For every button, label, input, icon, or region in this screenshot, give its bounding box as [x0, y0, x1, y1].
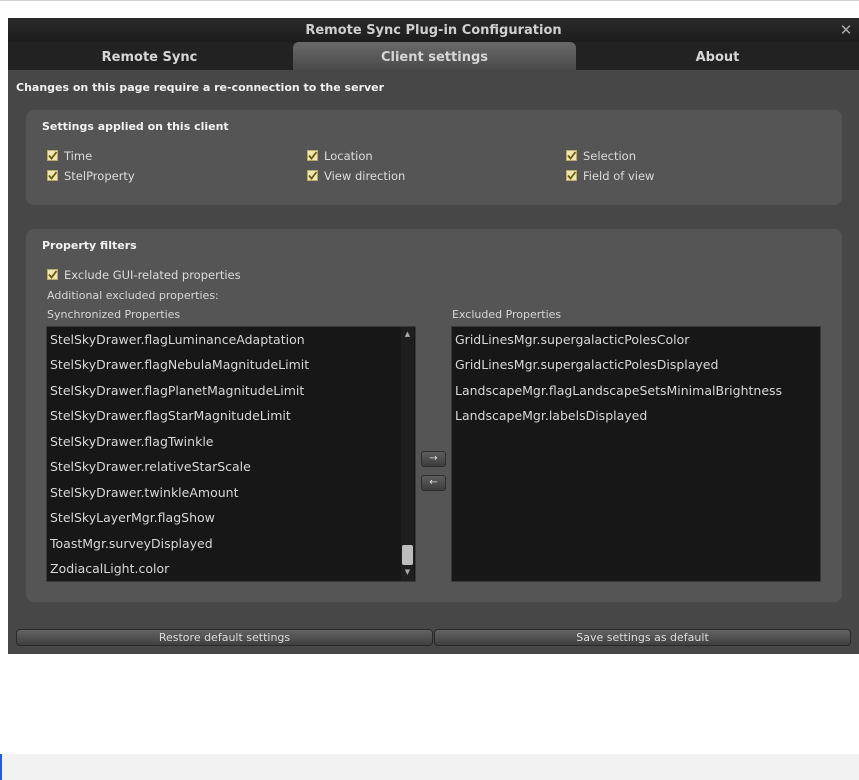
scroll-up-icon[interactable]: ▲ [401, 330, 414, 338]
checkbox-checked-icon [566, 170, 577, 181]
list-item[interactable]: StelSkyDrawer.flagPlanetMagnitudeLimit [50, 378, 304, 403]
title-bar[interactable]: Remote Sync Plug-in Configuration ✕ [8, 18, 859, 42]
checkbox-label: Time [64, 149, 93, 163]
list-item[interactable]: ZodiacalLight.color [50, 556, 169, 581]
list-item[interactable]: StelSkyDrawer.flagNebulaMagnitudeLimit [50, 352, 309, 377]
tab-bar: Remote Sync Client settings About [8, 42, 859, 70]
list-item[interactable]: GridLinesMgr.supergalacticPolesDisplayed [455, 352, 718, 377]
checkbox-checked-icon [566, 150, 577, 161]
additional-excluded-label: Additional excluded properties: [47, 289, 219, 302]
move-right-button[interactable]: → [421, 451, 446, 467]
footer-focus-marker [0, 754, 2, 780]
synchronized-properties-label: Synchronized Properties [47, 308, 181, 321]
scroll-thumb[interactable] [402, 545, 413, 565]
restore-defaults-button[interactable]: Restore default settings [16, 629, 433, 646]
excluded-properties-list[interactable]: GridLinesMgr.supergalacticPolesColor Gri… [451, 326, 821, 582]
checkbox-checked-icon [47, 170, 58, 181]
page-footer-bar [0, 754, 859, 780]
checkbox-field-of-view[interactable]: Field of view [566, 168, 654, 184]
reconnect-notice: Changes on this page require a re-connec… [16, 81, 385, 94]
tab-client-settings[interactable]: Client settings [293, 42, 576, 70]
checkbox-checked-icon [47, 150, 58, 161]
list-item[interactable]: StelSkyDrawer.flagTwinkle [50, 429, 213, 454]
move-left-button[interactable]: ← [421, 475, 446, 491]
list-item[interactable]: StelSkyLayerMgr.flagShow [50, 505, 215, 530]
list-item[interactable]: GridLinesMgr.supergalacticPolesColor [455, 327, 689, 352]
checkbox-label: Selection [583, 149, 636, 163]
tab-about[interactable]: About [576, 42, 859, 70]
checkbox-label: Field of view [583, 169, 655, 183]
checkbox-checked-icon [307, 150, 318, 161]
tab-remote-sync[interactable]: Remote Sync [8, 42, 291, 70]
checkbox-label: StelProperty [64, 169, 135, 183]
list-item[interactable]: ToastMgr.surveyDisplayed [50, 531, 213, 556]
close-icon[interactable]: ✕ [837, 19, 855, 41]
window-title: Remote Sync Plug-in Configuration [305, 23, 562, 38]
property-filters-group: Property filters Exclude GUI-related pro… [26, 229, 842, 602]
checkbox-checked-icon [47, 269, 58, 280]
checkbox-label: Location [324, 149, 373, 163]
settings-group: Settings applied on this client Time Loc… [26, 110, 842, 205]
excluded-properties-label: Excluded Properties [452, 308, 562, 321]
list-item[interactable]: StelSkyDrawer.flagLuminanceAdaptation [50, 327, 305, 352]
checkbox-exclude-gui[interactable]: Exclude GUI-related properties [47, 267, 241, 283]
list-item[interactable]: StelSkyDrawer.twinkleAmount [50, 480, 238, 505]
checkbox-location[interactable]: Location [307, 148, 373, 164]
checkbox-checked-icon [307, 170, 318, 181]
list-item[interactable]: StelSkyDrawer.relativeStarScale [50, 454, 251, 479]
checkbox-time[interactable]: Time [47, 148, 92, 164]
list-item[interactable]: LandscapeMgr.flagLandscapeSetsMinimalBri… [455, 378, 782, 403]
scrollbar[interactable]: ▲ ▼ [401, 327, 414, 581]
synchronized-properties-list[interactable]: StelSkyDrawer.flagLuminanceAdaptation St… [46, 326, 416, 582]
list-item[interactable]: LandscapeMgr.labelsDisplayed [455, 403, 647, 428]
scroll-down-icon[interactable]: ▼ [401, 568, 414, 576]
config-window: Remote Sync Plug-in Configuration ✕ Remo… [8, 18, 859, 654]
save-defaults-button[interactable]: Save settings as default [434, 629, 851, 646]
list-item[interactable]: StelSkyDrawer.flagStarMagnitudeLimit [50, 403, 291, 428]
checkbox-view-direction[interactable]: View direction [307, 168, 405, 184]
checkbox-label: Exclude GUI-related properties [64, 268, 241, 282]
property-filters-title: Property filters [42, 239, 137, 252]
checkbox-label: View direction [324, 169, 406, 183]
settings-group-title: Settings applied on this client [42, 120, 229, 133]
top-border-line [0, 0, 859, 1]
checkbox-selection[interactable]: Selection [566, 148, 636, 164]
checkbox-stelproperty[interactable]: StelProperty [47, 168, 135, 184]
